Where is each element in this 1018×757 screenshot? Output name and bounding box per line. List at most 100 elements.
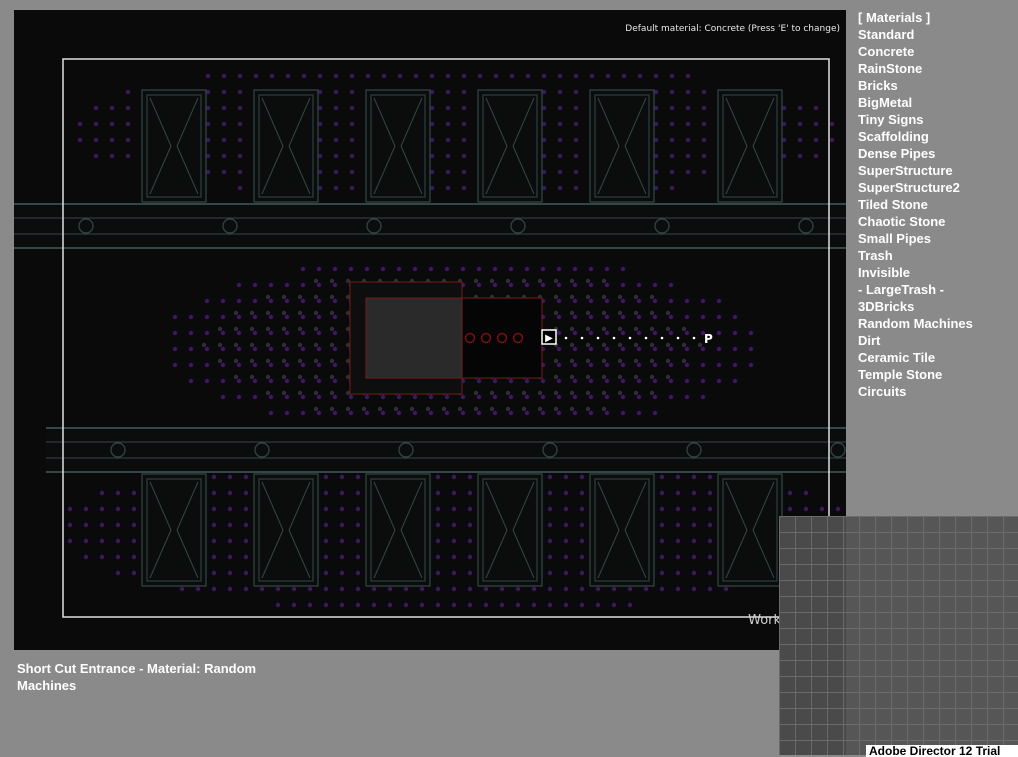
purple-dot: [435, 522, 441, 528]
purple-dot: [732, 330, 738, 336]
material-item[interactable]: RainStone: [858, 60, 973, 77]
material-item[interactable]: 3DBricks: [858, 298, 973, 315]
purple-dot: [579, 474, 585, 480]
material-item[interactable]: Small Pipes: [858, 230, 973, 247]
grey-dot: [249, 374, 255, 380]
grey-dot: [537, 278, 543, 284]
material-item[interactable]: Tiled Stone: [858, 196, 973, 213]
purple-dot: [492, 394, 498, 400]
purple-dot: [604, 298, 610, 304]
grey-dot: [553, 294, 559, 300]
purple-dot: [659, 538, 665, 544]
purple-dot: [563, 538, 569, 544]
purple-dot: [131, 506, 137, 512]
purple-dot: [668, 346, 674, 352]
purple-dot: [675, 522, 681, 528]
purple-dot: [252, 298, 258, 304]
material-item[interactable]: Scaffolding: [858, 128, 973, 145]
grey-dot: [265, 294, 271, 300]
shortcut-path-dot: [596, 336, 600, 340]
purple-dot: [460, 266, 466, 272]
material-item[interactable]: Invisible: [858, 264, 973, 281]
purple-dot: [557, 153, 563, 159]
purple-dot: [620, 410, 626, 416]
material-item[interactable]: SuperStructure2: [858, 179, 973, 196]
purple-dot: [419, 586, 425, 592]
purple-dot: [685, 153, 691, 159]
grey-dot: [329, 358, 335, 364]
purple-dot: [243, 506, 249, 512]
purple-dot: [211, 522, 217, 528]
purple-dot: [691, 554, 697, 560]
purple-dot: [588, 410, 594, 416]
material-item[interactable]: Dirt: [858, 332, 973, 349]
material-item[interactable]: - LargeTrash -: [858, 281, 973, 298]
purple-dot: [333, 153, 339, 159]
material-item[interactable]: Ceramic Tile: [858, 349, 973, 366]
purple-dot: [237, 185, 243, 191]
grey-dot: [281, 294, 287, 300]
purple-dot: [476, 282, 482, 288]
grey-dot: [329, 390, 335, 396]
grey-dot: [585, 310, 591, 316]
beam-bolt: [654, 218, 670, 234]
material-item[interactable]: Random Machines: [858, 315, 973, 332]
purple-dot: [204, 346, 210, 352]
grey-dot: [617, 342, 623, 348]
material-item[interactable]: Tiny Signs: [858, 111, 973, 128]
purple-dot: [685, 89, 691, 95]
grey-dot: [681, 342, 687, 348]
purple-dot: [716, 314, 722, 320]
grey-dot: [649, 374, 655, 380]
purple-dot: [620, 266, 626, 272]
material-item[interactable]: Dense Pipes: [858, 145, 973, 162]
purple-dot: [829, 137, 835, 143]
material-item[interactable]: Chaotic Stone: [858, 213, 973, 230]
purple-dot: [620, 314, 626, 320]
purple-dot: [620, 346, 626, 352]
purple-dot: [595, 602, 601, 608]
material-item[interactable]: Temple Stone: [858, 366, 973, 383]
purple-dot: [652, 314, 658, 320]
purple-dot: [579, 586, 585, 592]
grey-dot: [585, 342, 591, 348]
purple-dot: [547, 506, 553, 512]
purple-dot: [333, 73, 339, 79]
purple-dot: [563, 474, 569, 480]
purple-dot: [572, 346, 578, 352]
purple-dot: [675, 554, 681, 560]
grey-dot: [585, 278, 591, 284]
purple-dot: [588, 378, 594, 384]
material-item[interactable]: BigMetal: [858, 94, 973, 111]
purple-dot: [221, 121, 227, 127]
material-item[interactable]: Trash: [858, 247, 973, 264]
purple-dot: [685, 121, 691, 127]
purple-dot: [588, 362, 594, 368]
purple-dot: [748, 330, 754, 336]
grey-dot: [617, 358, 623, 364]
purple-dot: [323, 474, 329, 480]
beam-bolt: [78, 218, 94, 234]
material-item[interactable]: Circuits: [858, 383, 973, 400]
material-item[interactable]: SuperStructure: [858, 162, 973, 179]
purple-dot: [701, 153, 707, 159]
purple-dot: [707, 538, 713, 544]
purple-dot: [723, 586, 729, 592]
purple-dot: [396, 394, 402, 400]
grey-dot: [505, 406, 511, 412]
purple-dot: [611, 602, 617, 608]
purple-dot: [333, 121, 339, 127]
purple-dot: [428, 394, 434, 400]
purple-dot: [284, 410, 290, 416]
grey-dot: [441, 406, 447, 412]
purple-dot: [125, 153, 131, 159]
purple-dot: [365, 73, 371, 79]
purple-dot: [659, 570, 665, 576]
purple-dot: [460, 394, 466, 400]
material-item[interactable]: Concrete: [858, 43, 973, 60]
level-editor-canvas[interactable]: ▶ P Default material: Concrete (Press 'E'…: [14, 10, 846, 650]
purple-dot: [813, 121, 819, 127]
material-item[interactable]: Standard: [858, 26, 973, 43]
material-item[interactable]: Bricks: [858, 77, 973, 94]
scaffold-box: [717, 89, 783, 203]
